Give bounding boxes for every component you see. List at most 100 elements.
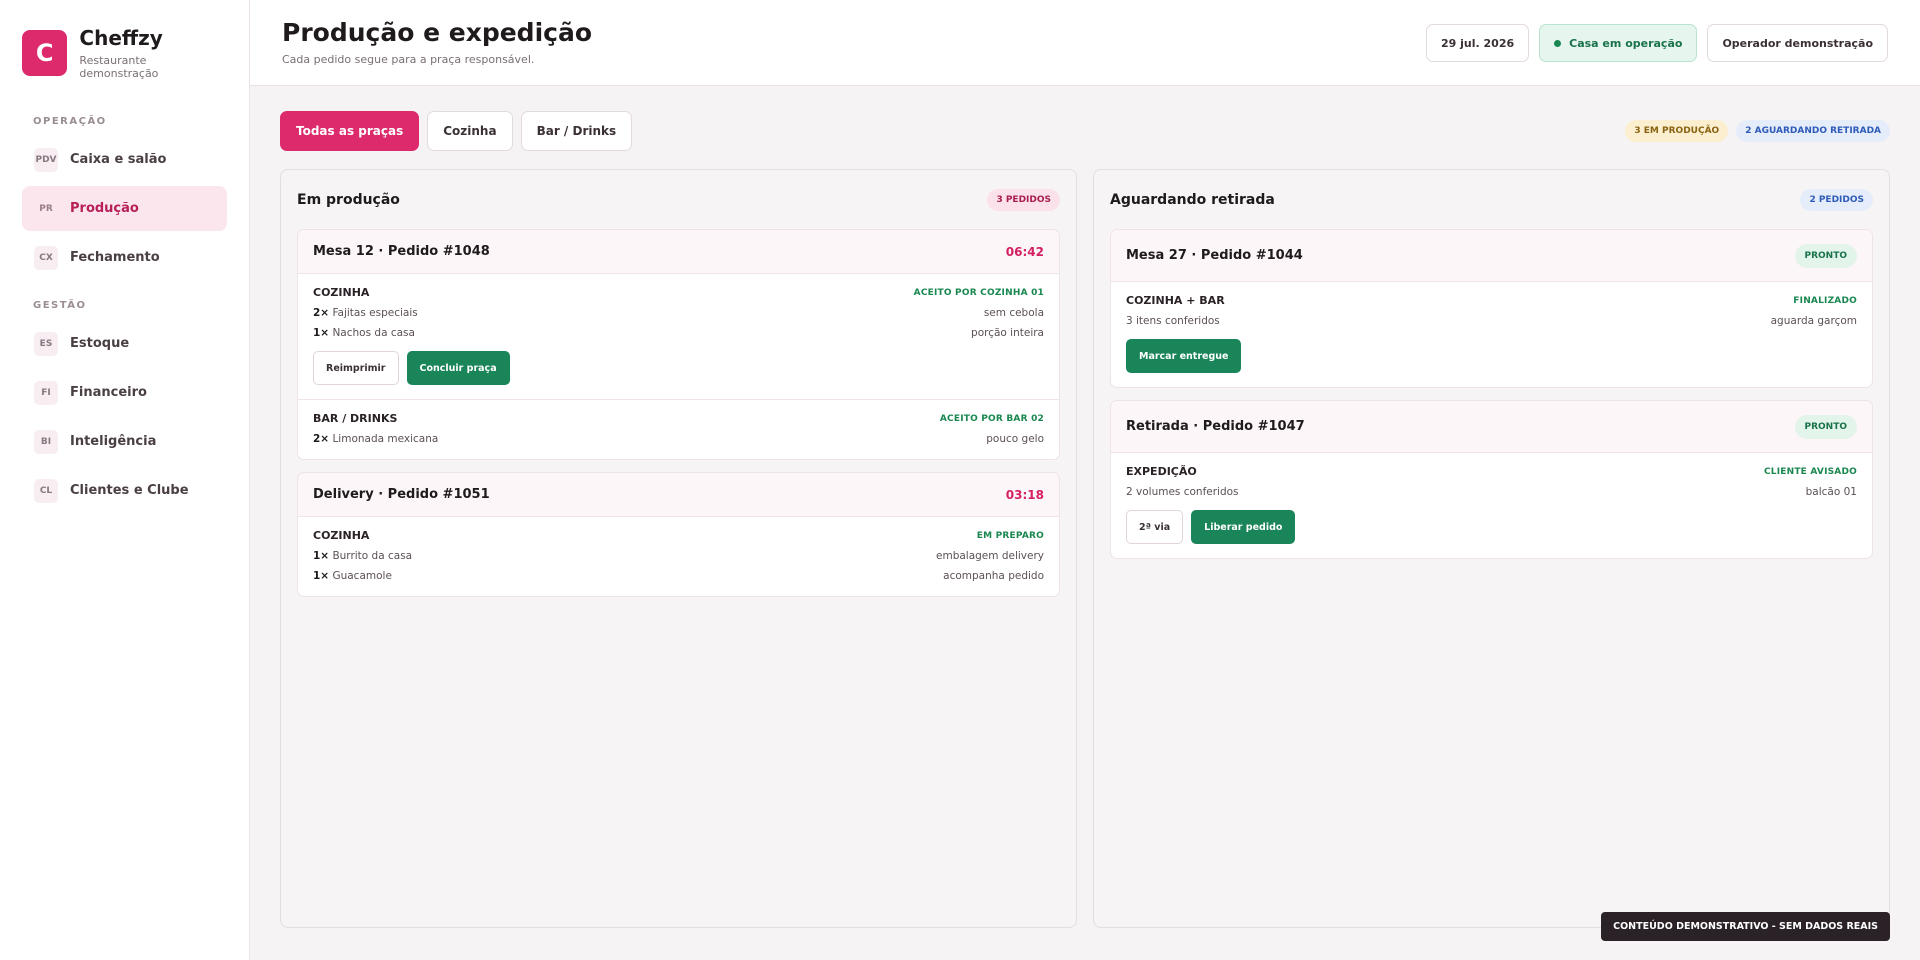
fi-icon: FI [34,380,58,405]
column-header: Em produção 3 PEDIDOS [297,170,1060,229]
item-note: pouco gelo [986,433,1044,445]
pickup-column: Aguardando retirada 2 PEDIDOS Mesa 27 · … [1093,169,1890,928]
item-name: Guacamole [332,570,392,582]
item-qty: 1× [313,550,330,562]
status-label: Casa em operação [1569,36,1683,50]
order-header: Mesa 27 · Pedido #1044 PRONTO [1111,230,1872,282]
order-title: Mesa 12 · Pedido #1048 [313,244,490,259]
station-block: COZINHA + BAR FINALIZADO 3 itens conferi… [1111,282,1872,387]
order-card: Delivery · Pedido #1051 03:18 COZINHA EM… [297,472,1060,597]
item-note: embalagem delivery [936,550,1044,562]
sidebar-item-clientes[interactable]: CL Clientes e Clube [22,468,227,513]
order-title: Delivery · Pedido #1051 [313,487,490,502]
item-detail: 3 itens conferidos [1126,315,1220,327]
sidebar-item-caixa[interactable]: PDV Caixa e salão [22,137,227,182]
date-button[interactable]: 29 jul. 2026 [1426,24,1530,62]
station-block: COZINHA EM PREPARO 1× Burrito da casa em… [298,517,1059,596]
order-timer: 06:42 [1005,244,1044,259]
count-badge: 3 PEDIDOS [987,188,1060,211]
brand-name: Cheffzy [79,26,163,50]
second-copy-button[interactable]: 2ª via [1126,510,1184,544]
sidebar-item-label: Clientes e Clube [70,483,189,498]
item-qty: 1× [313,327,330,339]
station-status: EM PREPARO [976,530,1044,541]
item-note: sem cebola [983,307,1044,319]
pr-icon: PR [39,203,53,214]
brand-logo[interactable]: C [22,30,68,76]
operator-button[interactable]: Operador demonstração [1707,24,1888,62]
list-item: 1× Nachos da casa porção inteira [313,327,1044,339]
item-note: aguarda garçom [1770,315,1857,327]
sidebar-item-label: Inteligência [70,434,157,449]
order-header: Mesa 12 · Pedido #1048 06:42 [298,230,1059,274]
complete-station-button[interactable]: Concluir praça [406,351,510,385]
sidebar-item-fechamento[interactable]: CX Fechamento [22,235,227,280]
order-actions: 2ª via Liberar pedido [1126,510,1857,544]
order-actions: Marcar entregue [1126,339,1857,373]
item-detail: 2 volumes conferidos [1126,486,1239,498]
filter-bar[interactable]: Bar / Drinks [520,111,633,151]
sidebar-item-label: Produção [70,201,139,216]
sidebar-item-estoque[interactable]: ES Estoque [22,321,227,366]
item-qty: 2× [313,307,330,319]
top-actions: 29 jul. 2026 Casa em operação Operador d… [1426,24,1888,62]
filter-kitchen[interactable]: Cozinha [427,111,513,151]
column-header: Aguardando retirada 2 PEDIDOS [1110,170,1873,229]
order-card: Retirada · Pedido #1047 PRONTO EXPEDIÇÃO… [1110,400,1873,559]
station-name: EXPEDIÇÃO [1126,465,1197,478]
item-note: balcão 01 [1805,486,1857,498]
order-header: Delivery · Pedido #1051 03:18 [298,473,1059,517]
list-item: 3 itens conferidos aguarda garçom [1126,315,1857,327]
demo-notice: CONTEÚDO DEMONSTRATIVO - SEM DADOS REAIS [1601,912,1890,941]
count-badge: 2 PEDIDOS [1800,188,1873,211]
sidebar-item-producao[interactable]: PR Produção [22,186,227,231]
filter-all-stations[interactable]: Todas as praças [280,111,420,151]
ready-badge: PRONTO [1794,243,1857,268]
list-item: 1× Guacamole acompanha pedido [313,570,1044,582]
order-title: Mesa 27 · Pedido #1044 [1126,248,1303,263]
item-qty: 1× [313,570,330,582]
station-name: COZINHA [313,286,370,299]
cx-icon: CX [34,245,58,270]
item-qty: 2× [313,433,330,445]
column-title: Em produção [297,191,400,208]
pdv-icon: PDV [34,147,58,172]
nav-section-operacao: OPERAÇÃO [33,116,107,127]
item-note: acompanha pedido [943,570,1044,582]
es-icon: ES [34,331,58,356]
item-name: Fajitas especiais [332,307,418,319]
brand: C Cheffzy Restaurante demonstração [22,26,227,80]
ready-badge: PRONTO [1794,414,1857,439]
status-button[interactable]: Casa em operação [1539,24,1698,62]
brand-subtitle: Restaurante demonstração [79,54,159,80]
station-block: EXPEDIÇÃO CLIENTE AVISADO 2 volumes conf… [1111,453,1872,558]
sidebar-item-inteligencia[interactable]: BI Inteligência [22,419,227,464]
in-production-badge: 3 EM PRODUÇÃO [1625,120,1729,142]
summary-badges: 3 EM PRODUÇÃO 2 AGUARDANDO RETIRADA [1625,120,1890,142]
nav-section-gestao: GESTÃO [33,300,87,311]
item-name: Burrito da casa [332,550,413,562]
item-name: Limonada mexicana [332,433,439,445]
station-actions: Reimprimir Concluir praça [313,351,1044,385]
list-item: 2× Limonada mexicana pouco gelo [313,433,1044,445]
order-title: Retirada · Pedido #1047 [1126,419,1305,434]
sidebar: C Cheffzy Restaurante demonstração OPERA… [0,0,250,960]
station-status: CLIENTE AVISADO [1763,466,1857,477]
item-name: Nachos da casa [332,327,415,339]
topbar: Produção e expedição Cada pedido segue p… [250,0,1920,86]
mark-delivered-button[interactable]: Marcar entregue [1126,339,1242,373]
sidebar-item-label: Financeiro [70,385,147,400]
status-dot-icon [1554,39,1562,47]
sidebar-item-financeiro[interactable]: FI Financeiro [22,370,227,415]
release-order-button[interactable]: Liberar pedido [1191,510,1296,544]
station-name: COZINHA [313,529,370,542]
sidebar-item-label: Caixa e salão [70,152,167,167]
station-name: COZINHA + BAR [1126,294,1225,307]
item-note: porção inteira [971,327,1044,339]
order-card: Mesa 27 · Pedido #1044 PRONTO COZINHA + … [1110,229,1873,388]
sidebar-item-label: Fechamento [70,250,160,265]
reprint-button[interactable]: Reimprimir [313,351,399,385]
list-item: 2× Fajitas especiais sem cebola [313,307,1044,319]
station-status: ACEITO POR BAR 02 [939,413,1044,424]
station-filters: Todas as praças Cozinha Bar / Drinks [280,111,633,151]
